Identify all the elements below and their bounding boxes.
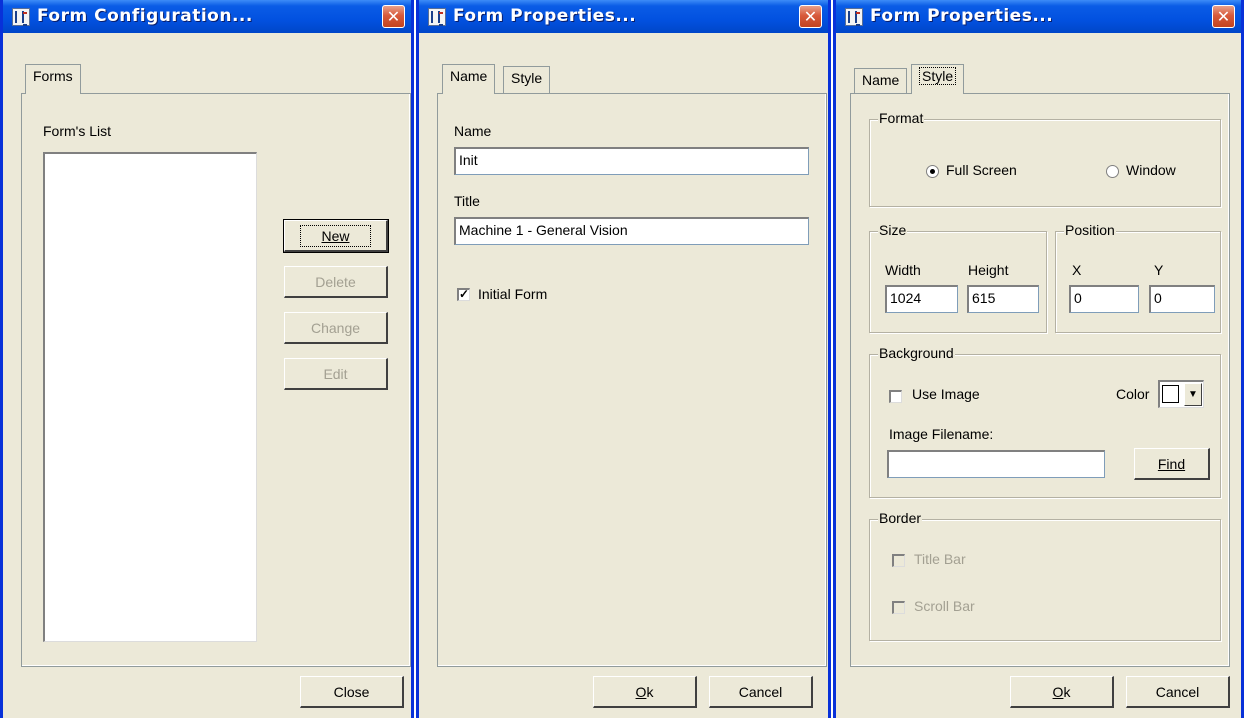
ok-button-label: Ok xyxy=(1052,683,1071,700)
scroll-bar-checkbox[interactable] xyxy=(892,601,905,614)
x-label: X xyxy=(1072,262,1082,278)
full-screen-label: Full Screen xyxy=(946,162,1017,178)
form-properties-name-window: Form Properties... ✕ Name Style Name Ini… xyxy=(416,0,831,718)
find-button[interactable]: Find xyxy=(1134,448,1210,480)
delete-button[interactable]: Delete xyxy=(284,266,388,298)
tab-label: Name xyxy=(450,68,488,84)
app-icon xyxy=(845,8,863,26)
window-title: Form Configuration... xyxy=(37,6,253,26)
find-button-label: Find xyxy=(1157,455,1186,472)
tab-label: Style xyxy=(919,67,957,85)
initial-form-label: Initial Form xyxy=(478,286,548,302)
title-bar-checkbox[interactable] xyxy=(892,554,905,567)
height-input[interactable]: 615 xyxy=(967,285,1039,313)
tab-label: Style xyxy=(511,70,543,86)
edit-button[interactable]: Edit xyxy=(284,358,388,390)
app-icon xyxy=(12,8,30,26)
tab-page: Form's List New Delete Change Edit xyxy=(21,93,411,667)
use-image-checkbox[interactable] xyxy=(889,390,902,403)
format-group: Format Full Screen Window xyxy=(869,110,1221,207)
form-properties-style-window: Form Properties... ✕ Name Style Format F… xyxy=(833,0,1244,718)
color-picker[interactable]: ▼ xyxy=(1158,380,1204,408)
color-label: Color xyxy=(1116,386,1150,402)
name-label: Name xyxy=(454,123,492,139)
forms-list-label: Form's List xyxy=(43,123,112,139)
delete-button-label: Delete xyxy=(315,273,356,290)
size-group: Size Width Height 1024 615 xyxy=(869,222,1047,333)
width-label: Width xyxy=(885,262,921,278)
cancel-button[interactable]: Cancel xyxy=(709,676,813,708)
use-image-label: Use Image xyxy=(912,386,980,402)
close-icon[interactable]: ✕ xyxy=(382,5,405,28)
height-label: Height xyxy=(968,262,1009,278)
tab-name[interactable]: Name xyxy=(854,68,908,96)
format-legend: Format xyxy=(878,110,925,126)
full-screen-radio[interactable] xyxy=(926,165,939,178)
close-button-label: Close xyxy=(333,683,370,700)
new-button[interactable]: New xyxy=(283,219,389,253)
cancel-button-label: Cancel xyxy=(738,683,783,700)
title-bar[interactable]: Form Properties... ✕ xyxy=(836,0,1241,33)
image-filename-input[interactable] xyxy=(887,450,1105,478)
y-label: Y xyxy=(1154,262,1164,278)
window-label: Window xyxy=(1126,162,1176,178)
tab-style[interactable]: Style xyxy=(503,66,551,94)
close-button[interactable]: Close xyxy=(300,676,404,708)
tab-page: Format Full Screen Window Size Width Hei… xyxy=(850,93,1230,667)
background-legend: Background xyxy=(878,345,955,361)
ok-button[interactable]: Ok xyxy=(593,676,697,708)
new-button-label: New xyxy=(300,224,371,247)
width-input[interactable]: 1024 xyxy=(885,285,958,313)
tab-label: Forms xyxy=(33,68,73,84)
forms-list[interactable] xyxy=(43,152,257,642)
close-icon[interactable]: ✕ xyxy=(799,5,822,28)
position-group: Position X Y 0 0 xyxy=(1055,222,1221,333)
border-group: Border Title Bar Scroll Bar xyxy=(869,510,1221,641)
size-legend: Size xyxy=(878,222,908,238)
color-swatch xyxy=(1162,385,1179,403)
title-label: Title xyxy=(454,193,480,209)
tab-style[interactable]: Style xyxy=(911,64,965,94)
image-filename-label: Image Filename: xyxy=(889,426,994,442)
tab-name[interactable]: Name xyxy=(442,64,496,94)
window-title: Form Properties... xyxy=(453,6,637,26)
change-button-label: Change xyxy=(310,319,361,336)
border-legend: Border xyxy=(878,510,923,526)
scroll-bar-label: Scroll Bar xyxy=(914,598,975,614)
name-input[interactable]: Init xyxy=(454,147,809,175)
app-icon xyxy=(428,8,446,26)
form-configuration-window: Form Configuration... ✕ Forms Form's Lis… xyxy=(0,0,414,718)
window-radio[interactable] xyxy=(1106,165,1119,178)
x-input[interactable]: 0 xyxy=(1069,285,1139,313)
title-bar-label: Title Bar xyxy=(914,551,966,567)
title-bar[interactable]: Form Properties... ✕ xyxy=(419,0,828,33)
tab-forms[interactable]: Forms xyxy=(25,64,81,94)
edit-button-label: Edit xyxy=(323,365,348,382)
change-button[interactable]: Change xyxy=(284,312,388,344)
title-bar[interactable]: Form Configuration... ✕ xyxy=(3,0,411,33)
tab-page: Name Init Title Machine 1 - General Visi… xyxy=(437,93,827,667)
tab-label: Name xyxy=(862,72,900,88)
dropdown-arrow-icon[interactable]: ▼ xyxy=(1184,383,1202,406)
background-group: Background Use Image Color ▼ Image Filen… xyxy=(869,345,1221,498)
position-legend: Position xyxy=(1064,222,1116,238)
ok-button[interactable]: Ok xyxy=(1010,676,1114,708)
window-title: Form Properties... xyxy=(870,6,1054,26)
initial-form-checkbox[interactable]: ✓ xyxy=(457,288,470,301)
close-icon[interactable]: ✕ xyxy=(1212,5,1235,28)
title-input[interactable]: Machine 1 - General Vision xyxy=(454,217,809,245)
cancel-button-label: Cancel xyxy=(1155,683,1200,700)
y-input[interactable]: 0 xyxy=(1149,285,1215,313)
cancel-button[interactable]: Cancel xyxy=(1126,676,1230,708)
ok-button-label: Ok xyxy=(635,683,654,700)
